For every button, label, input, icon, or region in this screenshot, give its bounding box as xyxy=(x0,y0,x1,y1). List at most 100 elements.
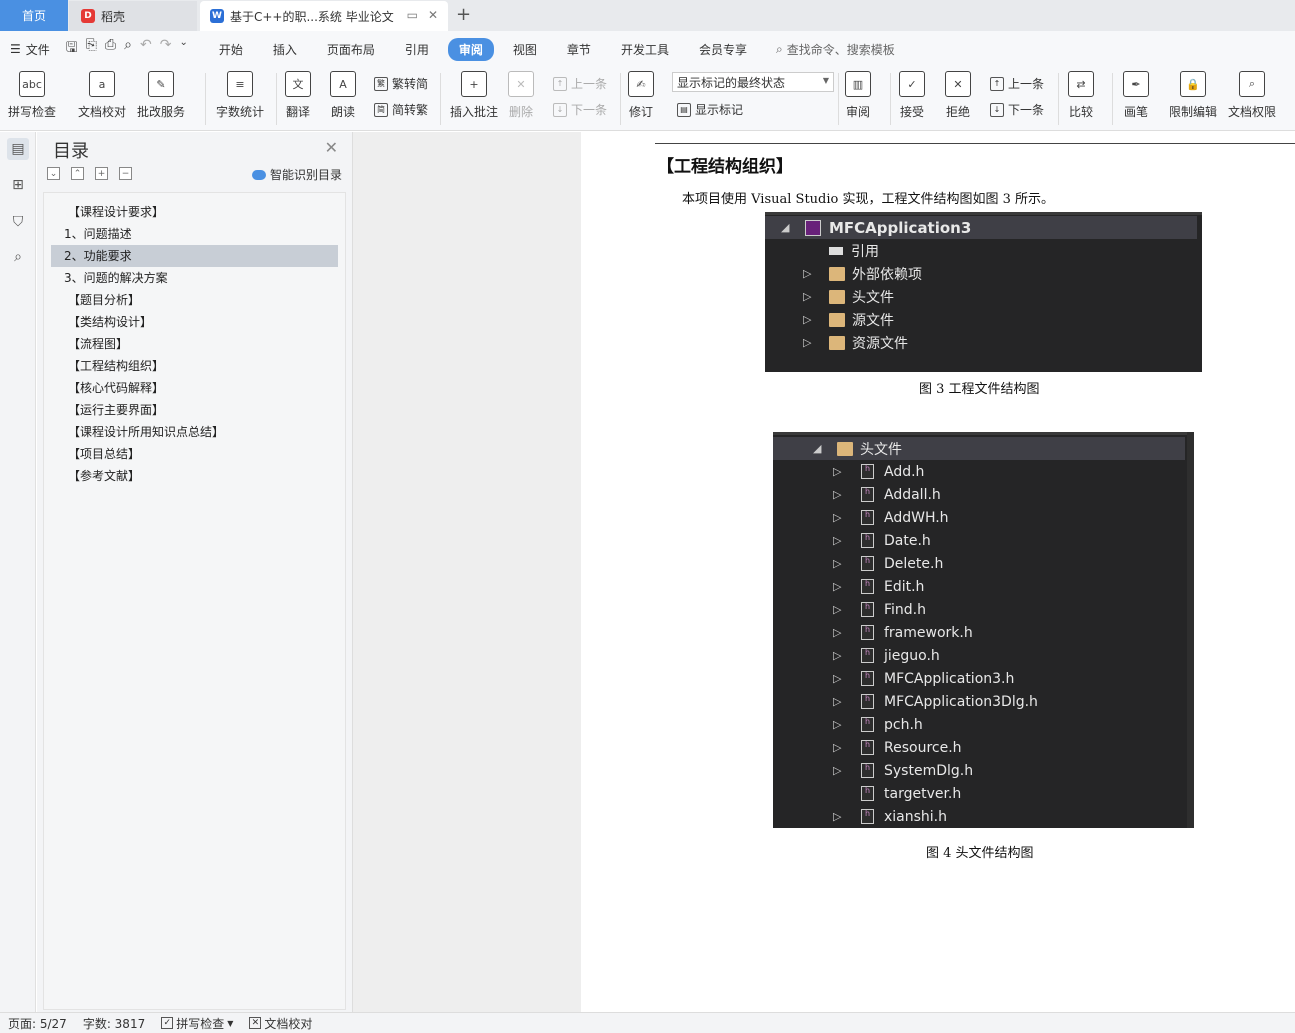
expand-up-icon[interactable]: ⌃ xyxy=(71,167,84,180)
collapsed-arrow-icon: ▷ xyxy=(803,313,812,326)
scrollbar[interactable] xyxy=(1187,432,1194,828)
prev-comment-button[interactable]: ↑ 上一条 xyxy=(553,75,607,92)
toc-item[interactable]: 【参考文献】 xyxy=(44,465,345,487)
toc-item[interactable]: 【流程图】 xyxy=(44,333,345,355)
menu-insert[interactable]: 插入 xyxy=(262,38,308,61)
menu-layout[interactable]: 页面布局 xyxy=(316,38,386,61)
status-doc-proof-label: 文档校对 xyxy=(264,1016,313,1031)
toc-item[interactable]: 3、问题的解决方案 xyxy=(44,267,345,289)
print-icon[interactable]: ⎙ xyxy=(105,37,116,61)
delete-comment-icon: ✕ xyxy=(508,71,534,97)
file-name: jieguo.h xyxy=(884,647,940,664)
word-count-button[interactable]: ≡ 字数统计 xyxy=(216,71,264,120)
next-comment-button[interactable]: ↓ 下一条 xyxy=(553,101,607,118)
customize-icon[interactable]: ⌄ xyxy=(179,37,187,61)
export-icon[interactable]: ⎘ xyxy=(86,37,97,61)
doc-proof-label: 文档校对 xyxy=(78,105,127,119)
status-doc-proof[interactable]: ✕ 文档校对 xyxy=(249,1015,312,1032)
undo-icon[interactable]: ↶ xyxy=(140,37,152,61)
smart-toc-button[interactable]: 智能识别目录 xyxy=(251,166,342,183)
prev-change-button[interactable]: ↑ 上一条 xyxy=(990,75,1044,92)
word-count-indicator[interactable]: 字数: 3817 xyxy=(83,1015,145,1032)
simp-to-trad-button[interactable]: 简 简转繁 xyxy=(374,101,428,118)
collapse-all-icon[interactable]: ⌄ xyxy=(47,167,60,180)
translate-button[interactable]: 文 翻译 xyxy=(285,71,311,120)
next-comment-icon: ↓ xyxy=(553,102,567,117)
expanded-arrow-icon: ◢ xyxy=(781,221,790,234)
ribbon-separator xyxy=(838,73,839,125)
reject-icon: ✕ xyxy=(945,71,971,97)
doc-rights-button[interactable]: ⌕ 文档权限 xyxy=(1228,71,1276,120)
tab-home[interactable]: 首页 xyxy=(0,0,68,31)
tab-document[interactable]: W 基于C++的职...系统 毕业论文 ▭ ✕ xyxy=(200,1,448,31)
menu-developer[interactable]: 开发工具 xyxy=(610,38,680,61)
toc-item[interactable]: 【项目总结】 xyxy=(44,443,345,465)
save-icon[interactable]: 🖫 xyxy=(66,37,78,61)
toc-item-selected[interactable]: 2、功能要求 xyxy=(51,245,338,267)
file-name: Resource.h xyxy=(884,739,962,756)
toc-item[interactable]: 【课程设计要求】 xyxy=(44,201,345,223)
delete-comment-button[interactable]: ✕ 删除 xyxy=(508,71,534,120)
toc-item[interactable]: 【运行主要界面】 xyxy=(44,399,345,421)
trad-to-simp-button[interactable]: 繁 繁转简 xyxy=(374,75,428,92)
pin-icon[interactable]: ▭ xyxy=(407,8,418,22)
header-folder-row: ◢ 头文件 xyxy=(773,437,1185,460)
figure-4-caption: 图 4 头文件结构图 xyxy=(926,846,1034,861)
menu-tabs: 开始 插入 页面布局 引用 审阅 视图 章节 开发工具 会员专享 xyxy=(208,37,766,61)
toc-item[interactable]: 1、问题描述 xyxy=(44,223,345,245)
toc-item[interactable]: 【工程结构组织】 xyxy=(44,355,345,377)
review-pane-button[interactable]: ▥ 审阅 xyxy=(845,71,871,120)
toc-item[interactable]: 【类结构设计】 xyxy=(44,311,345,333)
close-icon[interactable]: ✕ xyxy=(428,8,438,22)
menu-review[interactable]: 审阅 xyxy=(447,37,494,61)
bookmark-icon[interactable]: ⛉ xyxy=(7,211,29,233)
batch-service-button[interactable]: ✎ 批改服务 xyxy=(137,71,185,120)
minus-icon[interactable]: − xyxy=(119,167,132,180)
pen-label: 画笔 xyxy=(1123,105,1148,119)
toc-item[interactable]: 【课程设计所用知识点总结】 xyxy=(44,421,345,443)
toc-panel-icon[interactable]: ▤ xyxy=(7,138,29,160)
compare-button[interactable]: ⇄ 比较 xyxy=(1068,71,1094,120)
accept-label: 接受 xyxy=(899,105,924,119)
plus-icon[interactable]: + xyxy=(95,167,108,180)
insert-comment-button[interactable]: + 插入批注 xyxy=(450,71,498,120)
new-tab-button[interactable]: + xyxy=(456,4,471,25)
menu-section[interactable]: 章节 xyxy=(556,38,602,61)
command-search[interactable]: ⌕ 查找命令、搜索模板 xyxy=(776,41,895,58)
markup-state-select[interactable]: 显示标记的最终状态 ▼ xyxy=(672,72,834,92)
accept-button[interactable]: ✓ 接受 xyxy=(899,71,925,120)
tab-daoke[interactable]: D 稻壳 xyxy=(69,1,197,31)
search-icon[interactable]: ⌕ xyxy=(7,246,29,268)
outline-icon[interactable]: ⊞ xyxy=(7,174,29,196)
collapsed-arrow-icon: ▷ xyxy=(833,649,842,662)
doc-proof-button[interactable]: a 文档校对 xyxy=(78,71,126,120)
file-name: Edit.h xyxy=(884,578,925,595)
restrict-edit-button[interactable]: 🔒 限制编辑 xyxy=(1169,71,1217,120)
next-change-button[interactable]: ↓ 下一条 xyxy=(990,101,1044,118)
header-file-icon xyxy=(861,717,874,732)
toc-item[interactable]: 【核心代码解释】 xyxy=(44,377,345,399)
track-changes-button[interactable]: ✍ 修订 xyxy=(628,71,654,120)
spell-check-button[interactable]: abc 拼写检查 xyxy=(8,71,56,120)
menu-start[interactable]: 开始 xyxy=(208,38,254,61)
read-aloud-icon: A xyxy=(330,71,356,97)
status-spell-check[interactable]: ✓ 拼写检查 ▼ xyxy=(161,1015,233,1032)
close-icon[interactable]: ✕ xyxy=(325,138,338,157)
menu-member[interactable]: 会员专享 xyxy=(688,38,758,61)
file-row: ▷ Delete.h xyxy=(773,552,943,575)
file-menu[interactable]: ☰ 文件 xyxy=(10,41,50,58)
print-preview-icon[interactable]: ⌕ xyxy=(124,37,132,61)
reject-button[interactable]: ✕ 拒绝 xyxy=(945,71,971,120)
pen-button[interactable]: ✒ 画笔 xyxy=(1123,71,1149,120)
file-row: ▷ Resource.h xyxy=(773,736,962,759)
menu-reference[interactable]: 引用 xyxy=(394,38,440,61)
header-file-icon xyxy=(861,464,874,479)
redo-icon[interactable]: ↷ xyxy=(160,37,172,61)
toc-item[interactable]: 【题目分析】 xyxy=(44,289,345,311)
read-aloud-button[interactable]: A 朗读 xyxy=(330,71,356,120)
page-indicator[interactable]: 页面: 5/27 xyxy=(8,1015,67,1032)
accept-icon: ✓ xyxy=(899,71,925,97)
menu-view[interactable]: 视图 xyxy=(502,38,548,61)
show-markup-button[interactable]: ▤ 显示标记 xyxy=(677,101,743,118)
document-page[interactable]: 【工程结构组织】 本项目使用 Visual Studio 实现，工程文件结构图如… xyxy=(581,132,1295,1012)
